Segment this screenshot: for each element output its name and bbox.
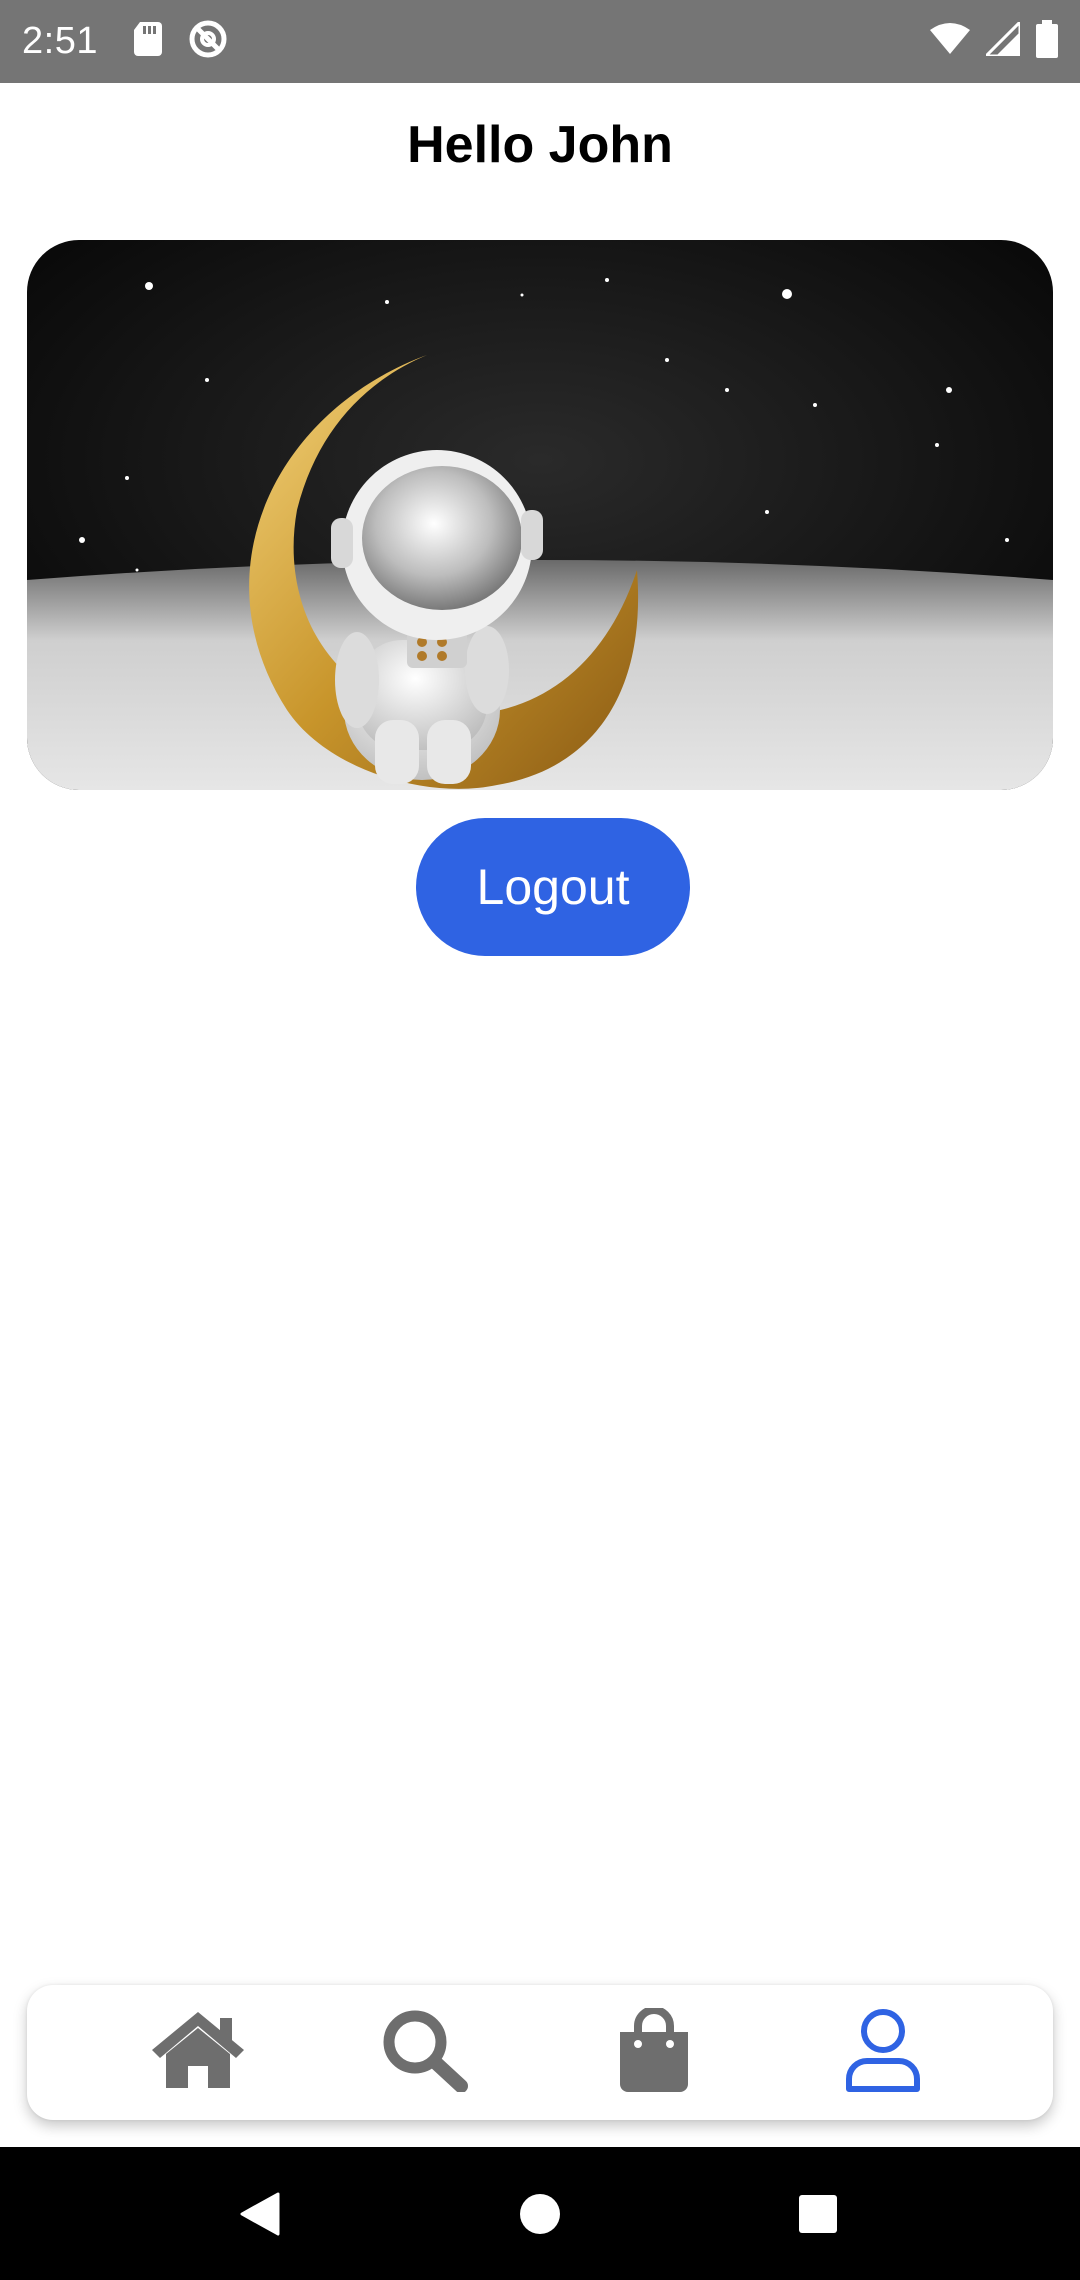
system-navigation-bar — [0, 2147, 1080, 2280]
data-saver-icon — [188, 19, 228, 64]
sd-card-icon — [133, 22, 162, 61]
nav-item-search[interactable] — [355, 1985, 495, 2120]
battery-icon — [1036, 20, 1058, 63]
shopping-bag-icon — [616, 2006, 692, 2097]
nav-item-shop[interactable] — [584, 1985, 724, 2120]
page-title: Hello John — [407, 116, 673, 174]
signal-icon — [982, 18, 1022, 61]
search-icon — [381, 2008, 469, 2097]
wifi-icon — [930, 22, 970, 61]
home-icon — [150, 2010, 246, 2095]
back-icon[interactable] — [200, 2147, 320, 2280]
logout-button[interactable]: Logout — [416, 818, 690, 956]
nav-item-home[interactable] — [128, 1985, 268, 2120]
status-time: 2:51 — [22, 20, 98, 62]
nav-item-profile[interactable] — [813, 1985, 953, 2120]
status-bar: 2:51 — [0, 0, 1080, 83]
home-circle-icon[interactable] — [480, 2147, 600, 2280]
astronaut-on-moon-image — [27, 240, 1053, 790]
recents-icon[interactable] — [758, 2147, 878, 2280]
person-icon — [843, 2007, 923, 2098]
bottom-navigation — [27, 1985, 1053, 2120]
screen: 2:51 Hello John Logout — [0, 0, 1080, 2280]
